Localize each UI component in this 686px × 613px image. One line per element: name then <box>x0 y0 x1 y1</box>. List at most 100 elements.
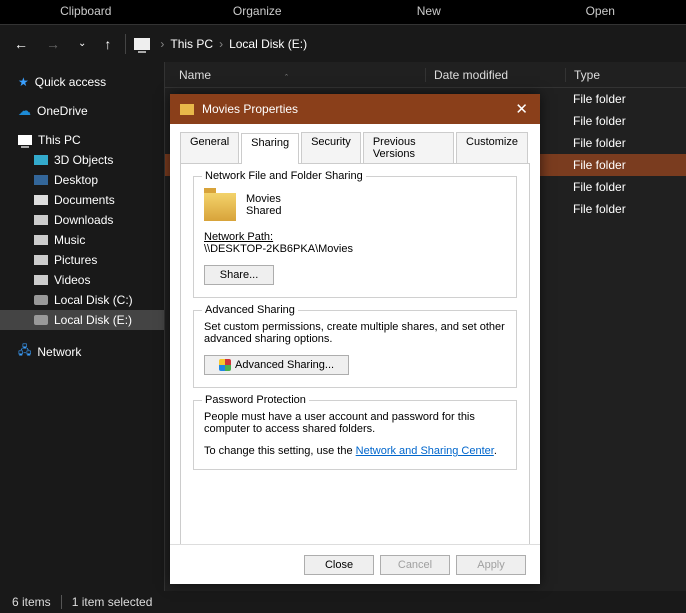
column-date-modified[interactable]: Date modified <box>425 68 565 82</box>
desktop-icon <box>34 175 48 185</box>
navigation-bar: ← → ⌄ ↑ › This PC › Local Disk (E:) <box>0 24 686 62</box>
tree-label: Documents <box>54 193 115 207</box>
tree-videos[interactable]: Videos <box>0 270 164 290</box>
tree-desktop[interactable]: Desktop <box>0 170 164 190</box>
tab-content-sharing: Network File and Folder Sharing Movies S… <box>180 164 530 556</box>
status-bar: 6 items 1 item selected <box>0 591 686 613</box>
pc-icon <box>18 135 32 145</box>
group-password-protection: Password Protection People must have a u… <box>193 400 517 470</box>
disk-icon <box>34 315 48 325</box>
group-legend: Advanced Sharing <box>202 304 298 316</box>
tab-sharing[interactable]: Sharing <box>241 133 299 164</box>
column-headers: Name ˆ Date modified Type <box>165 62 686 88</box>
group-advanced-sharing: Advanced Sharing Set custom permissions,… <box>193 310 517 388</box>
cancel-button[interactable]: Cancel <box>380 555 450 575</box>
advanced-sharing-button[interactable]: Advanced Sharing... <box>204 355 349 375</box>
cloud-icon: ☁ <box>18 103 31 119</box>
recent-dropdown[interactable]: ⌄ <box>72 34 92 53</box>
column-type[interactable]: Type <box>565 68 686 82</box>
ribbon-tab-organize[interactable]: Organize <box>172 0 344 24</box>
close-button[interactable]: Close <box>304 555 374 575</box>
network-sharing-center-link[interactable]: Network and Sharing Center <box>356 445 494 457</box>
tab-previous-versions[interactable]: Previous Versions <box>363 132 454 163</box>
tab-customize[interactable]: Customize <box>456 132 528 163</box>
group-network-sharing: Network File and Folder Sharing Movies S… <box>193 176 517 298</box>
cell-type: File folder <box>565 202 626 216</box>
up-button[interactable]: ↑ <box>98 32 117 56</box>
breadcrumb-path[interactable]: Local Disk (E:) <box>229 37 307 51</box>
tree-label: Local Disk (C:) <box>54 293 133 307</box>
tree-documents[interactable]: Documents <box>0 190 164 210</box>
status-item-count: 6 items <box>12 595 51 609</box>
tree-quick-access[interactable]: ★ Quick access <box>0 72 164 92</box>
music-icon <box>34 235 48 245</box>
network-path-value: \\DESKTOP-2KB6PKA\Movies <box>204 243 506 255</box>
sort-caret-icon: ˆ <box>285 73 288 83</box>
properties-dialog: Movies Properties ✕ General Sharing Secu… <box>170 94 540 584</box>
column-label: Name <box>179 68 211 82</box>
cell-type: File folder <box>565 92 626 106</box>
disk-icon <box>34 295 48 305</box>
status-selected-count: 1 item selected <box>72 595 153 609</box>
tree-onedrive[interactable]: ☁ OneDrive <box>0 100 164 122</box>
dialog-title-bar[interactable]: Movies Properties ✕ <box>170 94 540 124</box>
dialog-footer: Close Cancel Apply <box>170 544 540 584</box>
folder-icon <box>204 193 236 221</box>
shield-icon <box>219 359 231 371</box>
downloads-icon <box>34 215 48 225</box>
tree-label: OneDrive <box>37 104 88 118</box>
tree-network[interactable]: 🖧 Network <box>0 338 164 365</box>
ribbon-tab-open[interactable]: Open <box>515 0 686 24</box>
tree-label: Quick access <box>35 75 106 89</box>
tree-label: 3D Objects <box>54 153 113 167</box>
pc-icon <box>134 38 150 50</box>
chevron-right-icon: › <box>219 37 223 51</box>
tree-label: Videos <box>54 273 90 287</box>
apply-button[interactable]: Apply <box>456 555 526 575</box>
forward-button[interactable]: → <box>40 32 66 56</box>
network-icon: 🖧 <box>18 341 31 362</box>
tree-label: Downloads <box>54 213 113 227</box>
ribbon-tab-new[interactable]: New <box>343 0 515 24</box>
dialog-tabs: General Sharing Security Previous Versio… <box>180 132 530 164</box>
group-legend: Password Protection <box>202 394 309 406</box>
navigation-pane: ★ Quick access ☁ OneDrive This PC 3D Objec… <box>0 62 165 591</box>
cell-type: File folder <box>565 136 626 150</box>
tree-3d-objects[interactable]: 3D Objects <box>0 150 164 170</box>
videos-icon <box>34 275 48 285</box>
cell-type: File folder <box>565 180 626 194</box>
group-legend: Network File and Folder Sharing <box>202 170 366 182</box>
star-icon: ★ <box>18 75 29 89</box>
tree-this-pc[interactable]: This PC <box>0 130 164 150</box>
back-button[interactable]: ← <box>8 32 34 56</box>
tree-music[interactable]: Music <box>0 230 164 250</box>
share-button[interactable]: Share... <box>204 265 274 285</box>
close-button[interactable]: ✕ <box>509 100 534 118</box>
breadcrumb-root[interactable]: This PC <box>170 37 213 51</box>
column-name[interactable]: Name ˆ <box>165 68 425 82</box>
tree-downloads[interactable]: Downloads <box>0 210 164 230</box>
cell-type: File folder <box>565 114 626 128</box>
button-label: Advanced Sharing... <box>235 359 334 371</box>
tree-disk-c[interactable]: Local Disk (C:) <box>0 290 164 310</box>
tab-security[interactable]: Security <box>301 132 361 163</box>
breadcrumb[interactable]: › This PC › Local Disk (E:) <box>134 37 307 51</box>
advanced-sharing-desc: Set custom permissions, create multiple … <box>204 321 506 345</box>
documents-icon <box>34 195 48 205</box>
tree-disk-e[interactable]: Local Disk (E:) <box>0 310 164 330</box>
dialog-title: Movies Properties <box>202 102 509 116</box>
tree-pictures[interactable]: Pictures <box>0 250 164 270</box>
folder-icon <box>180 104 194 115</box>
tree-label: Music <box>54 233 85 247</box>
tree-label: Network <box>37 345 81 359</box>
password-change-text: To change this setting, use the Network … <box>204 445 506 457</box>
cube-icon <box>34 155 48 165</box>
pictures-icon <box>34 255 48 265</box>
tab-general[interactable]: General <box>180 132 239 163</box>
tree-label: Desktop <box>54 173 98 187</box>
network-path-label: Network Path: <box>204 231 506 243</box>
tree-label: This PC <box>38 133 81 147</box>
ribbon-tab-clipboard[interactable]: Clipboard <box>0 0 172 24</box>
tree-label: Local Disk (E:) <box>54 313 132 327</box>
cell-type: File folder <box>565 158 626 172</box>
